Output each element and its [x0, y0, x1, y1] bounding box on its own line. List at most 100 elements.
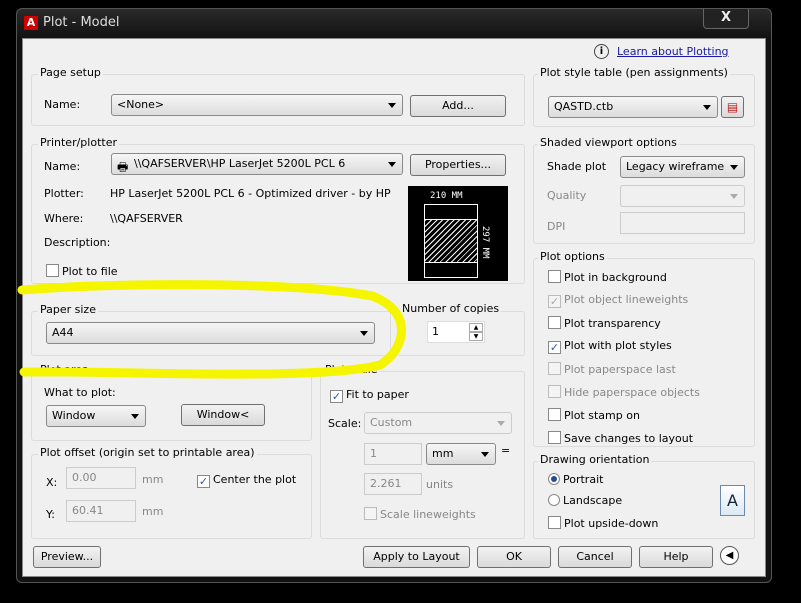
- learn-about-plotting-link[interactable]: Learn about Plotting: [617, 45, 729, 58]
- plot-option-checkbox[interactable]: ✓ Plot with plot styles: [548, 339, 672, 354]
- preview-height-label: 297 MM: [480, 226, 490, 259]
- checkbox-box: ✓: [548, 295, 561, 308]
- properties-button[interactable]: Properties...: [410, 154, 506, 176]
- description-label: Description:: [44, 236, 111, 249]
- window-title: Plot - Model: [43, 15, 120, 30]
- where-label: Where:: [44, 212, 84, 225]
- portrait-orientation-icon: A: [720, 485, 745, 516]
- scale-units-label: units: [426, 478, 454, 491]
- printable-area: [425, 219, 477, 263]
- plot-upside-down-checkbox[interactable]: Plot upside-down: [548, 516, 658, 530]
- edit-plot-style-icon[interactable]: ▤: [721, 96, 744, 118]
- plotter-value: HP LaserJet 5200L PCL 6 - Optimized driv…: [110, 187, 391, 200]
- checkbox-label: Plot with plot styles: [564, 339, 672, 352]
- shade-plot-label: Shade plot: [547, 160, 607, 173]
- checkbox-label: Plot stamp on: [564, 409, 640, 422]
- apply-to-layout-button[interactable]: Apply to Layout: [363, 546, 470, 568]
- scale-units-input[interactable]: 2.261: [364, 473, 422, 495]
- group-label: Drawing orientation: [538, 453, 652, 466]
- offset-x-unit: mm: [142, 473, 164, 486]
- center-the-plot-checkbox[interactable]: ✓ Center the plot: [197, 473, 296, 488]
- group-label: Number of copies: [400, 302, 502, 315]
- checkbox-box: [548, 408, 561, 421]
- fit-to-paper-checkbox[interactable]: ✓ Fit to paper: [330, 388, 409, 403]
- printer-name-select[interactable]: 🖶 \\QAFSERVER\HP LaserJet 5200L PCL 6: [111, 153, 403, 175]
- radio-label: Landscape: [563, 494, 623, 507]
- dpi-input[interactable]: [620, 212, 745, 234]
- quality-select[interactable]: [620, 185, 745, 207]
- scale-label: Scale:: [328, 417, 362, 430]
- group-label: Paper size: [38, 303, 98, 316]
- scale-lineweights-checkbox[interactable]: Scale lineweights: [364, 507, 476, 521]
- window-pick-button[interactable]: Window<: [181, 404, 265, 426]
- what-to-plot-label: What to plot:: [44, 386, 116, 399]
- plot-option-checkbox[interactable]: Save changes to layout: [548, 431, 693, 445]
- checkbox-label: Plot upside-down: [564, 517, 659, 530]
- group-label: Plot scale: [323, 363, 380, 376]
- checkbox-label: Plot transparency: [564, 317, 661, 330]
- group-label: Plot style table (pen assignments): [538, 66, 730, 79]
- group-label: Plot area: [38, 363, 91, 376]
- paper-size-select[interactable]: A44: [46, 322, 375, 344]
- checkbox-label: Scale lineweights: [380, 508, 476, 521]
- landscape-radio[interactable]: Landscape: [548, 494, 622, 507]
- shade-plot-select[interactable]: Legacy wireframe: [620, 156, 745, 178]
- checkbox-label: Plot object lineweights: [564, 293, 689, 306]
- plot-option-checkbox[interactable]: Plot transparency: [548, 316, 661, 330]
- info-icon: i: [594, 44, 609, 59]
- spin-up-icon[interactable]: ▲: [469, 323, 483, 332]
- dialog-client: i Learn about Plotting Page setup Name: …: [22, 38, 766, 577]
- autocad-app-icon: A: [24, 16, 38, 30]
- offset-y-unit: mm: [142, 505, 164, 518]
- printer-name-value: \\QAFSERVER\HP LaserJet 5200L PCL 6: [134, 157, 346, 170]
- quality-label: Quality: [547, 189, 587, 202]
- offset-y-input[interactable]: 60.41: [66, 500, 136, 522]
- close-button[interactable]: X: [703, 9, 749, 29]
- portrait-radio[interactable]: Portrait: [548, 473, 603, 486]
- checkbox-box: [548, 316, 561, 329]
- collapse-options-icon[interactable]: ◀: [720, 546, 739, 565]
- preview-button[interactable]: Preview...: [33, 546, 101, 568]
- offset-y-label: Y:: [46, 508, 55, 521]
- where-value: \\QAFSERVER: [110, 212, 183, 225]
- preview-width-label: 210 MM: [430, 191, 463, 201]
- plot-option-checkbox[interactable]: ✓ Plot object lineweights: [548, 293, 688, 308]
- plot-to-file-checkbox[interactable]: Plot to file: [46, 264, 118, 278]
- plot-style-select[interactable]: QASTD.ctb: [548, 96, 718, 118]
- radio-label: Portrait: [563, 473, 604, 486]
- scale-paper-input[interactable]: 1: [364, 443, 422, 465]
- ok-button[interactable]: OK: [477, 546, 551, 568]
- checkbox-label: Plot paperspace last: [564, 363, 676, 376]
- plot-option-checkbox[interactable]: Hide paperspace objects: [548, 385, 700, 399]
- checkbox-label: Hide paperspace objects: [564, 386, 700, 399]
- printer-icon: 🖶: [117, 160, 129, 174]
- scale-unit-select[interactable]: mm: [426, 443, 496, 465]
- checkbox-label: Center the plot: [213, 473, 297, 486]
- offset-x-input[interactable]: 0.00: [66, 467, 136, 489]
- group-label: Page setup: [38, 66, 103, 79]
- group-label: Plot options: [538, 250, 607, 263]
- spin-down-icon[interactable]: ▼: [469, 332, 483, 341]
- checkbox-box: [548, 362, 561, 375]
- cancel-button[interactable]: Cancel: [558, 546, 632, 568]
- page-setup-name-select[interactable]: <None>: [111, 94, 403, 116]
- group-label: Plot offset (origin set to printable are…: [38, 446, 257, 459]
- checkbox-box: [548, 270, 561, 283]
- checkbox-box: [548, 385, 561, 398]
- help-button[interactable]: Help: [639, 546, 713, 568]
- paper-outline: [424, 204, 478, 278]
- what-to-plot-select[interactable]: Window: [46, 405, 146, 427]
- plot-option-checkbox[interactable]: Plot in background: [548, 270, 667, 284]
- plot-option-checkbox[interactable]: Plot paperspace last: [548, 362, 676, 376]
- checkbox-label: Fit to paper: [346, 388, 409, 401]
- checkbox-label: Save changes to layout: [564, 432, 694, 445]
- offset-x-label: X:: [46, 476, 58, 489]
- copies-spinner[interactable]: 1 ▲ ▼: [427, 321, 485, 343]
- plot-option-checkbox[interactable]: Plot stamp on: [548, 408, 640, 422]
- checkbox-box: ✓: [548, 341, 561, 354]
- add-button[interactable]: Add...: [410, 95, 506, 117]
- scale-select[interactable]: Custom: [364, 412, 512, 434]
- dpi-label: DPI: [547, 220, 566, 233]
- copies-value: 1: [432, 325, 439, 338]
- printer-name-label: Name:: [44, 160, 81, 173]
